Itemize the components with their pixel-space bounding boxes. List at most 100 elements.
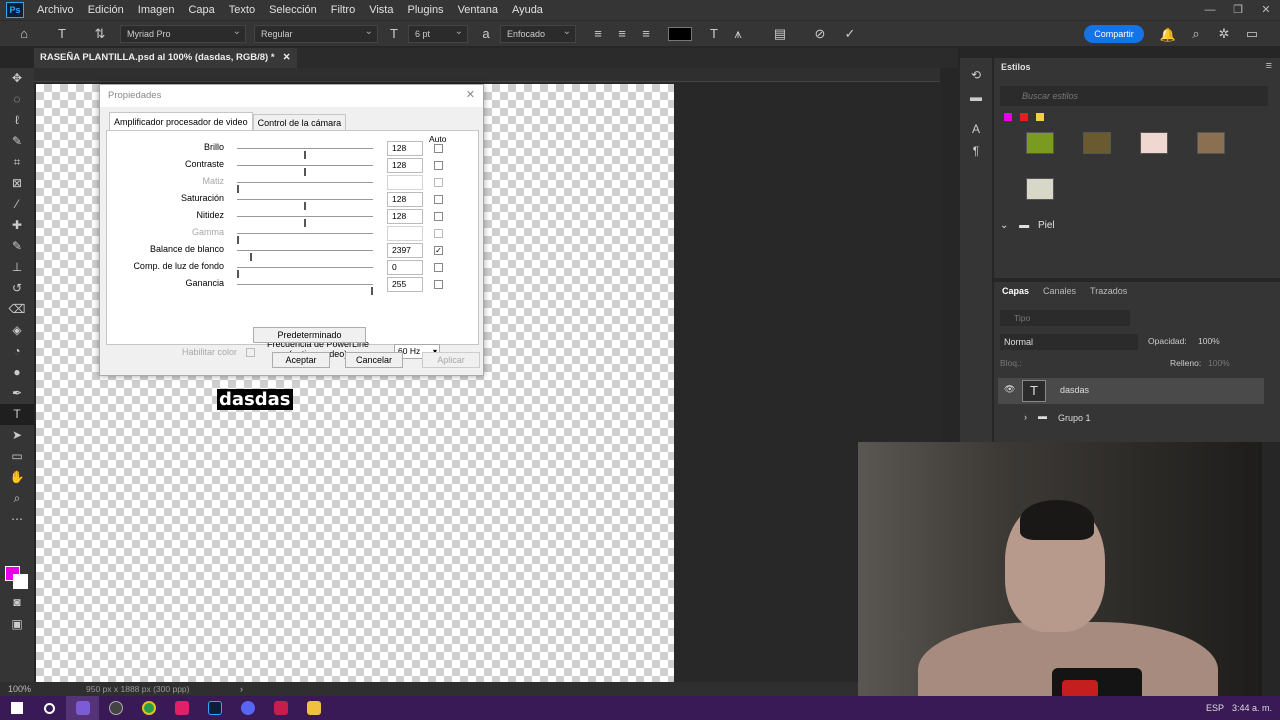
layer-filter-input[interactable]: Tipo xyxy=(1000,310,1130,326)
document-tab[interactable]: RASEÑA PLANTILLA.psd al 100% (dasdas, RG… xyxy=(34,48,297,68)
cancel-button[interactable]: Cancelar xyxy=(345,352,403,368)
move-tool-icon[interactable]: ✥ xyxy=(0,68,34,89)
cancel-icon[interactable]: ⊘ xyxy=(808,26,832,42)
language-indicator[interactable]: ESP xyxy=(1206,696,1224,720)
menu-archivo[interactable]: Archivo xyxy=(30,0,81,20)
slider-track[interactable] xyxy=(237,250,373,261)
quick-mask-icon[interactable]: ◙ xyxy=(0,592,34,613)
layer-row-group[interactable]: › ▬ Grupo 1 xyxy=(998,406,1264,432)
chrome-icon[interactable] xyxy=(132,696,165,720)
taskbar-app-icon[interactable] xyxy=(165,696,198,720)
zoom-level[interactable]: 100% xyxy=(8,682,31,696)
tab-video-amplifier[interactable]: Amplificador procesador de video xyxy=(109,112,253,132)
window-layout-icon[interactable]: ▭ xyxy=(1240,26,1264,42)
tab-capas[interactable]: Capas xyxy=(1002,286,1029,296)
comments-panel-icon[interactable]: ▬ xyxy=(960,86,992,108)
blur-tool-icon[interactable]: ◔ xyxy=(0,341,34,362)
path-selection-tool-icon[interactable]: ➤ xyxy=(0,425,34,446)
auto-checkbox[interactable]: ✓ xyxy=(434,246,443,255)
menu-ventana[interactable]: Ventana xyxy=(451,0,505,20)
menu-vista[interactable]: Vista xyxy=(362,0,400,20)
type-tool-icon[interactable]: T xyxy=(0,404,34,425)
default-button[interactable]: Predeterminado xyxy=(253,327,366,343)
slider-value-field[interactable]: 255 xyxy=(387,277,423,292)
warp-text-icon[interactable]: T xyxy=(702,26,726,41)
panel-menu-icon[interactable]: ≡ xyxy=(1266,60,1272,72)
clone-stamp-tool-icon[interactable]: ⊥ xyxy=(0,257,34,278)
slider-track[interactable] xyxy=(237,165,373,176)
taskbar-app-icon[interactable] xyxy=(231,696,264,720)
slider-value-field[interactable]: 128 xyxy=(387,192,423,207)
slider-value-field[interactable]: 2397 xyxy=(387,243,423,258)
photoshop-taskbar-icon[interactable] xyxy=(198,696,231,720)
character-panel-icon[interactable]: ▤ xyxy=(768,26,792,42)
slider-value-field[interactable]: 128 xyxy=(387,209,423,224)
slider-track[interactable] xyxy=(237,148,373,159)
healing-brush-tool-icon[interactable]: ✚ xyxy=(0,215,34,236)
align-right-icon[interactable]: ≡ xyxy=(634,26,658,41)
auto-checkbox[interactable] xyxy=(434,212,443,221)
file-explorer-icon[interactable] xyxy=(297,696,330,720)
align-center-icon[interactable]: ≡ xyxy=(610,26,634,41)
menu-imagen[interactable]: Imagen xyxy=(131,0,182,20)
visibility-eye-icon[interactable]: 👁 xyxy=(1004,384,1015,395)
type-tool-preset-icon[interactable]: T xyxy=(50,26,74,41)
style-swatch-yellow[interactable] xyxy=(1036,113,1044,121)
menu-edicion[interactable]: Edición xyxy=(81,0,131,20)
windows-start-icon[interactable] xyxy=(0,696,33,720)
slider-track[interactable] xyxy=(237,267,373,278)
dialog-close-icon[interactable]: ✕ xyxy=(466,88,475,101)
menu-filtro[interactable]: Filtro xyxy=(324,0,362,20)
slider-value-field[interactable]: 0 xyxy=(387,260,423,275)
style-thumbnail[interactable] xyxy=(1197,132,1225,154)
share-button[interactable]: Compartir xyxy=(1084,25,1144,43)
zoom-tool-icon[interactable]: ⌕ xyxy=(0,488,34,509)
style-thumbnail[interactable] xyxy=(1083,132,1111,154)
slider-track[interactable] xyxy=(237,284,373,295)
frame-tool-icon[interactable]: ⊠ xyxy=(0,173,34,194)
quick-selection-tool-icon[interactable]: ✎ xyxy=(0,131,34,152)
auto-checkbox[interactable] xyxy=(434,263,443,272)
style-swatch-magenta[interactable] xyxy=(1004,113,1012,121)
slider-value-field[interactable]: 128 xyxy=(387,141,423,156)
crop-tool-icon[interactable]: ⌗ xyxy=(0,152,34,173)
background-color-swatch[interactable] xyxy=(13,574,28,589)
opacity-value[interactable]: 100% xyxy=(1198,336,1220,346)
blend-mode-select[interactable]: Normal xyxy=(1000,334,1138,350)
marquee-tool-icon[interactable]: ◌ xyxy=(0,89,34,110)
tab-close-icon[interactable]: ✕ xyxy=(283,48,291,68)
taskbar-app-icon[interactable] xyxy=(66,696,99,720)
tab-trazados[interactable]: Trazados xyxy=(1090,286,1127,296)
align-left-icon[interactable]: ≡ xyxy=(586,26,610,41)
hand-tool-icon[interactable]: ✋ xyxy=(0,467,34,488)
style-thumbnail[interactable] xyxy=(1026,178,1054,200)
clock[interactable]: 3:44 a. m. xyxy=(1232,696,1272,720)
antialias-select[interactable]: Enfocado xyxy=(500,24,576,43)
search-icon[interactable]: ⌕ xyxy=(1184,26,1208,42)
brush-tool-icon[interactable]: ✎ xyxy=(0,236,34,257)
text-color-swatch[interactable] xyxy=(668,26,692,41)
style-swatch-red[interactable] xyxy=(1020,113,1028,121)
3d-text-icon[interactable]: ⩚ xyxy=(726,26,750,42)
more-tools-icon[interactable]: ⋯ xyxy=(0,509,34,530)
layer-row-text[interactable]: 👁 T dasdas xyxy=(998,378,1264,404)
rectangle-tool-icon[interactable]: ▭ xyxy=(0,446,34,467)
history-brush-tool-icon[interactable]: ↺ xyxy=(0,278,34,299)
pen-tool-icon[interactable]: ✒ xyxy=(0,383,34,404)
menu-capa[interactable]: Capa xyxy=(181,0,221,20)
auto-checkbox[interactable] xyxy=(434,161,443,170)
taskbar-search-icon[interactable] xyxy=(33,696,66,720)
restore-icon[interactable]: ❐ xyxy=(1224,0,1252,20)
menu-texto[interactable]: Texto xyxy=(222,0,262,20)
style-thumbnail[interactable] xyxy=(1026,132,1054,154)
chevron-right-icon[interactable]: › xyxy=(1024,412,1027,422)
screen-mode-icon[interactable]: ▣ xyxy=(0,614,34,635)
history-panel-icon[interactable]: ⟲ xyxy=(960,64,992,86)
status-expand-icon[interactable]: › xyxy=(240,682,243,696)
home-icon[interactable]: ⌂ xyxy=(12,26,36,41)
slider-track[interactable] xyxy=(237,216,373,227)
paragraph-panel-icon[interactable]: ¶ xyxy=(960,140,992,162)
font-size-select[interactable]: 6 pt xyxy=(408,24,468,43)
auto-checkbox[interactable] xyxy=(434,195,443,204)
auto-checkbox[interactable] xyxy=(434,280,443,289)
